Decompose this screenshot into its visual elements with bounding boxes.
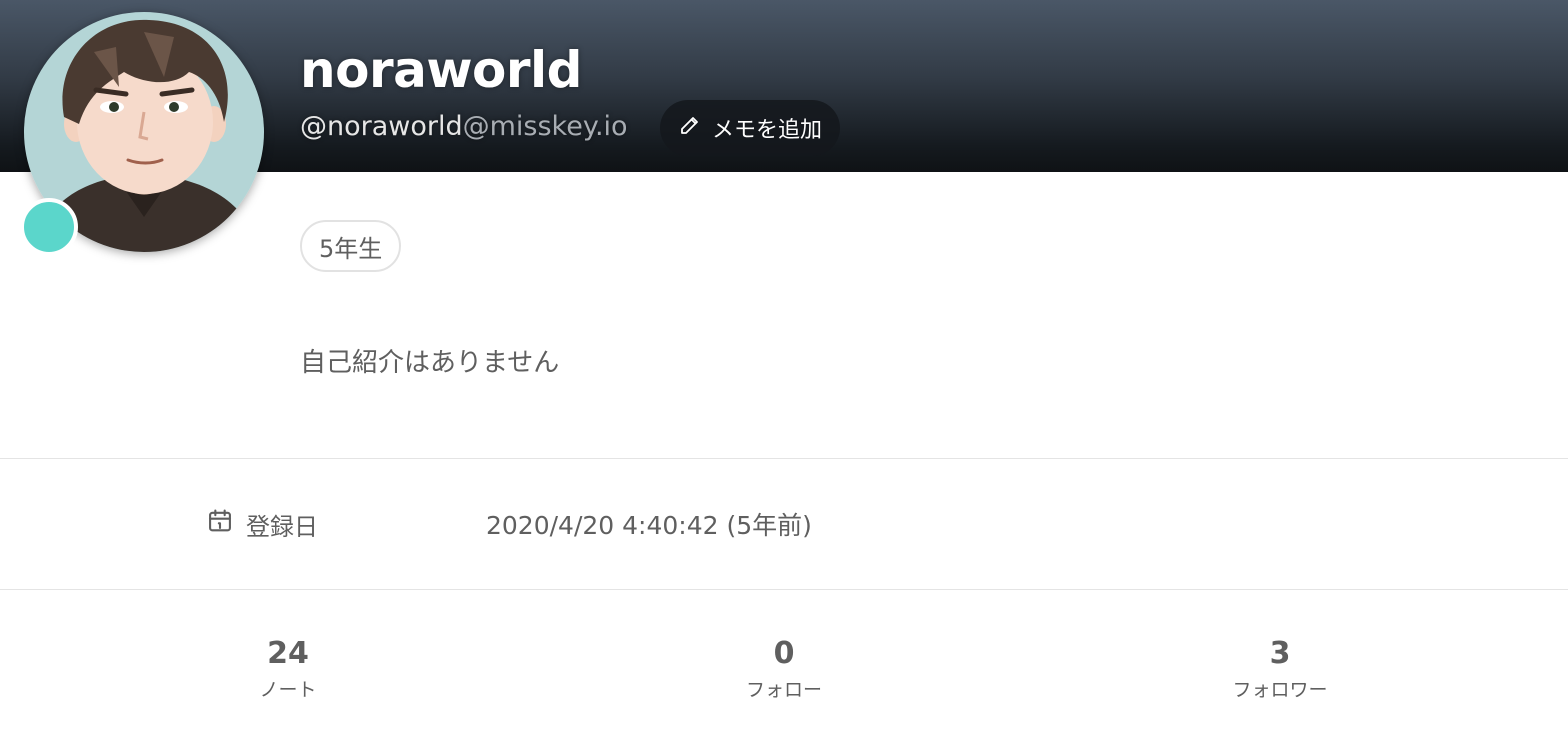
stat-followers-label: フォロワー [1232, 679, 1328, 701]
joined-date-label: 登録日 [246, 512, 318, 541]
account-age-badge: 5年生 [300, 220, 402, 272]
divider [0, 589, 1568, 590]
stat-following-count: 0 [773, 636, 795, 671]
add-memo-label: メモを追加 [711, 118, 822, 143]
divider [0, 458, 1568, 459]
bio-text: 自己紹介はありません [300, 348, 560, 378]
add-memo-button[interactable]: メモを追加 [660, 100, 840, 156]
stat-notes-label: ノート [259, 679, 317, 701]
stat-followers-count: 3 [1269, 636, 1291, 671]
stat-followers[interactable]: 3 フォロワー [1180, 632, 1380, 704]
account-handle: @noraworld@misskey.io [300, 110, 628, 144]
stat-following[interactable]: 0 フォロー [684, 632, 884, 704]
username: @noraworld [300, 111, 463, 142]
online-status-indicator [20, 198, 78, 256]
calendar-icon [206, 507, 234, 541]
stat-following-label: フォロー [745, 679, 822, 701]
joined-date-label-group: 登録日 [206, 504, 318, 544]
joined-date-value: 2020/4/20 4:40:42 (5年前) [486, 511, 812, 540]
host: @misskey.io [462, 111, 628, 142]
stat-notes[interactable]: 24 ノート [188, 632, 388, 704]
stat-notes-count: 24 [267, 636, 309, 671]
pencil-icon [678, 113, 702, 143]
display-name: noraworld [300, 41, 582, 99]
